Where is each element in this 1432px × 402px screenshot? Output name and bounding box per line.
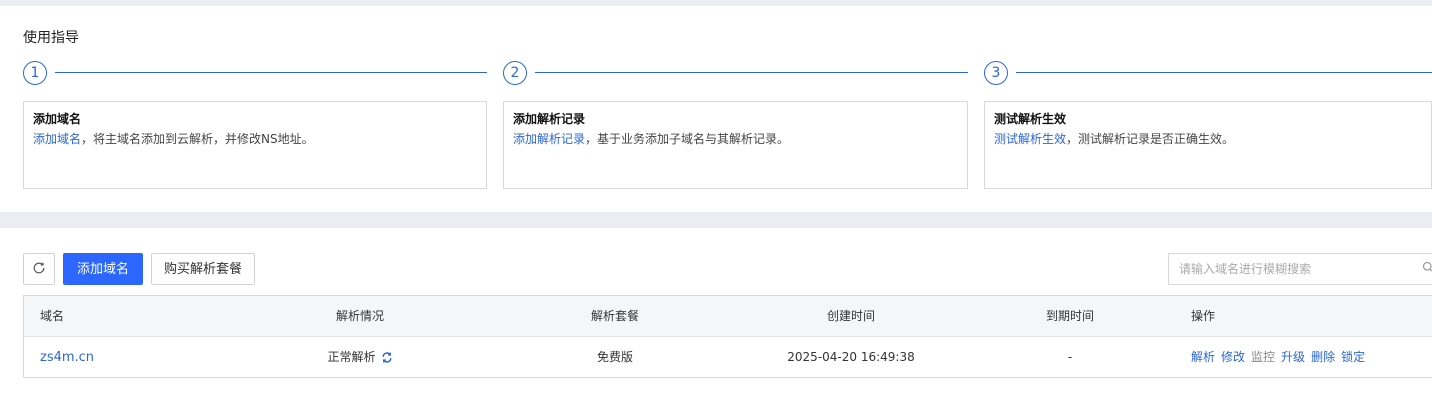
- expires-cell: -: [1067, 350, 1073, 364]
- domain-search-input[interactable]: [1168, 253, 1432, 285]
- resolve-action[interactable]: 解析: [1191, 350, 1215, 364]
- buy-plan-button[interactable]: 购买解析套餐: [151, 253, 255, 285]
- add-domain-button[interactable]: 添加域名: [63, 253, 143, 285]
- column-header-domain: 域名: [40, 309, 65, 323]
- lock-action[interactable]: 锁定: [1341, 350, 1365, 364]
- add-record-link[interactable]: 添加解析记录: [513, 132, 585, 146]
- sync-icon[interactable]: [382, 351, 393, 363]
- step-card-1: 添加域名 添加域名，将主域名添加到云解析，并修改NS地址。: [23, 101, 487, 189]
- add-domain-link[interactable]: 添加域名: [33, 132, 81, 146]
- search-icon[interactable]: [1422, 261, 1432, 273]
- guide-title: 使用指导: [23, 30, 79, 46]
- column-header-status: 解析情况: [335, 309, 385, 323]
- step-connector-line: [1016, 72, 1432, 73]
- usage-guide-panel: 使用指导 1 添加域名 添加域名，将主域名添加到云解析，并修改NS地址。 2 添…: [0, 6, 1432, 212]
- column-header-expires: 到期时间: [1045, 309, 1095, 323]
- step-number-2: 2: [503, 61, 527, 85]
- step-number-3: 3: [984, 61, 1008, 85]
- domain-table: 域名 解析情况 解析套餐 创建时间 到期时间 操作 zs4m.cn 正常解析 免…: [23, 295, 1432, 378]
- step-connector-line: [535, 72, 968, 73]
- step-card-2: 添加解析记录 添加解析记录，基于业务添加子域名与其解析记录。: [503, 101, 968, 189]
- step-card-3: 测试解析生效 测试解析生效，测试解析记录是否正确生效。: [984, 101, 1432, 189]
- step-card-desc: 添加域名，将主域名添加到云解析，并修改NS地址。: [33, 132, 314, 146]
- table-header: 域名 解析情况 解析套餐 创建时间 到期时间 操作: [24, 296, 1432, 337]
- step-connector-line: [55, 72, 487, 73]
- delete-action[interactable]: 删除: [1311, 350, 1335, 364]
- refresh-button[interactable]: [23, 253, 55, 285]
- domain-list-panel: 添加域名 购买解析套餐 域名 解析情况 解析套餐 创建时间 到期时间 操作 zs…: [0, 228, 1432, 402]
- domain-name-link[interactable]: zs4m.cn: [40, 349, 94, 366]
- step-card-title: 添加域名: [33, 112, 82, 126]
- column-header-actions: 操作: [1191, 309, 1216, 323]
- step-card-title: 添加解析记录: [513, 112, 586, 126]
- created-time-cell: 2025-04-20 16:49:38: [787, 350, 915, 364]
- upgrade-action[interactable]: 升级: [1281, 350, 1305, 364]
- step-number-1: 1: [23, 61, 47, 85]
- column-header-created: 创建时间: [826, 309, 876, 323]
- step-card-desc: 添加解析记录，基于业务添加子域名与其解析记录。: [513, 132, 790, 146]
- plan-cell: 免费版: [596, 350, 634, 364]
- step-card-desc: 测试解析生效，测试解析记录是否正确生效。: [994, 132, 1235, 146]
- column-header-plan: 解析套餐: [590, 309, 640, 323]
- step-card-title: 测试解析生效: [994, 112, 1067, 126]
- monitor-action[interactable]: 监控: [1251, 350, 1275, 364]
- test-resolution-link[interactable]: 测试解析生效: [994, 132, 1066, 146]
- edit-action[interactable]: 修改: [1221, 350, 1245, 364]
- actions-cell: 解析 修改 监控 升级 删除 锁定: [1191, 349, 1371, 365]
- refresh-icon: [33, 262, 45, 274]
- status-cell: 正常解析: [327, 349, 392, 365]
- status-text: 正常解析: [327, 350, 376, 364]
